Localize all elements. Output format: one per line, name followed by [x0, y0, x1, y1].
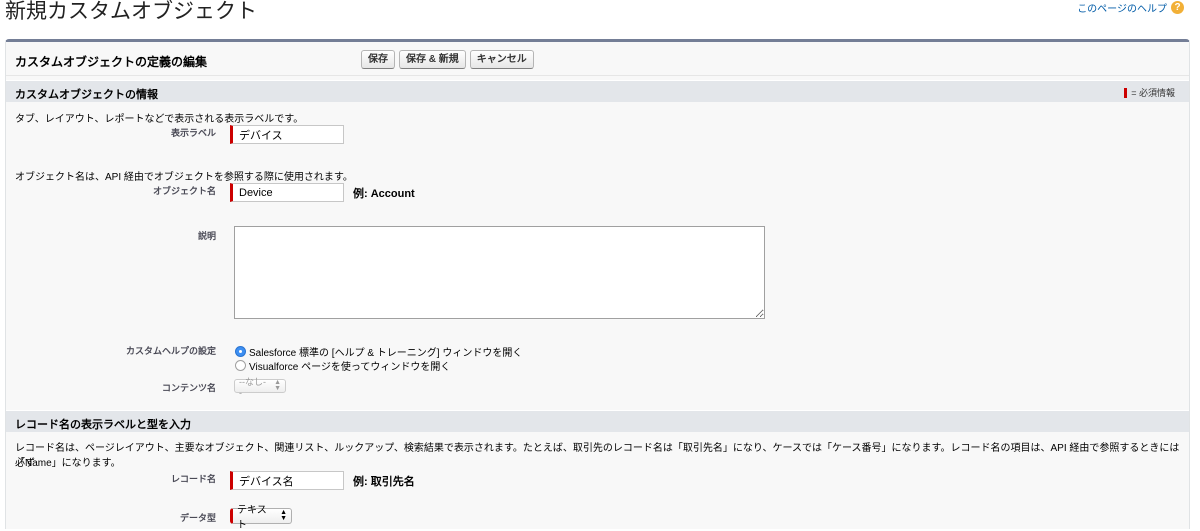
record-name-input[interactable] [230, 471, 344, 490]
content-name-select[interactable]: --なし-- ▲ ▼ [234, 377, 286, 398]
display-label-input[interactable] [230, 125, 344, 144]
required-marker [1124, 87, 1128, 98]
required-legend-text: = 必須情報 [1131, 88, 1175, 98]
object-help-text: オブジェクト名は、API 経由でオブジェクトを参照する際に使用されます。 [15, 172, 353, 183]
custom-help-option-label: Visualforce ページを使ってウィンドウを開く [249, 362, 451, 373]
edit-panel: カスタムオブジェクトの定義の編集 保存 保存 & 新規 キャンセル カスタムオブ… [5, 39, 1190, 531]
button-row: 保存 保存 & 新規 キャンセル [361, 50, 534, 69]
required-legend: = 必須情報 [1124, 86, 1175, 99]
object-name-label: オブジェクト名 [152, 186, 216, 196]
record-name-example: 例: 取引先名 [353, 476, 415, 488]
custom-help-label: カスタムヘルプの設定 [125, 346, 216, 356]
select-arrows-icon: ▲ ▼ [274, 379, 281, 392]
content-name-value: --なし-- [239, 376, 266, 398]
panel-title: カスタムオブジェクトの定義の編集 [15, 55, 208, 69]
content-name-label: コンテンツ名 [161, 383, 216, 393]
help-link-label: このページのヘルプ [1077, 4, 1167, 15]
section-header-object-info: カスタムオブジェクトの情報 = 必須情報 [6, 80, 1189, 102]
radio-selected-icon[interactable] [235, 346, 246, 357]
help-link[interactable]: このページのヘルプ ? [1077, 0, 1184, 15]
data-type-label: データ型 [179, 513, 216, 523]
page-title: 新規カスタムオブジェクト [5, 0, 257, 23]
object-name-example: 例: Account [353, 188, 415, 200]
save-new-button[interactable]: 保存 & 新規 [399, 50, 466, 69]
panel-header: カスタムオブジェクトの定義の編集 保存 保存 & 新規 キャンセル [6, 42, 1189, 76]
object-name-input[interactable] [230, 183, 344, 202]
custom-help-option-visualforce[interactable]: Visualforce ページを使ってウィンドウを開く [235, 358, 450, 373]
save-button[interactable]: 保存 [361, 50, 395, 69]
cancel-button[interactable]: キャンセル [469, 50, 534, 69]
radio-unselected-icon[interactable] [235, 360, 246, 371]
record-help-text-line2: 「Name」になります。 [15, 458, 121, 469]
select-arrows-icon: ▲ ▼ [280, 509, 287, 522]
custom-help-option-label: Salesforce 標準の [ヘルプ & トレーニング] ウィンドウを開く [249, 348, 523, 359]
help-icon[interactable]: ? [1171, 1, 1184, 14]
section-title: カスタムオブジェクトの情報 [15, 89, 158, 101]
record-name-label: レコード名 [170, 474, 216, 484]
description-label: 説明 [197, 231, 216, 241]
data-type-select[interactable]: テキスト ▲ ▼ [230, 505, 292, 531]
label-help-text: タブ、レイアウト、レポートなどで表示される表示ラベルです。 [15, 114, 304, 125]
custom-help-option-standard[interactable]: Salesforce 標準の [ヘルプ & トレーニング] ウィンドウを開く [235, 344, 522, 359]
display-label-label: 表示ラベル [170, 128, 216, 138]
section-title: レコード名の表示ラベルと型を入力 [15, 419, 191, 431]
record-help-text-line1: レコード名は、ページレイアウト、主要なオブジェクト、関連リスト、ルックアップ、検… [15, 443, 1180, 469]
description-textarea[interactable] [234, 226, 765, 319]
data-type-value: テキスト [237, 505, 267, 531]
section-header-record-name: レコード名の表示ラベルと型を入力 [6, 410, 1189, 432]
